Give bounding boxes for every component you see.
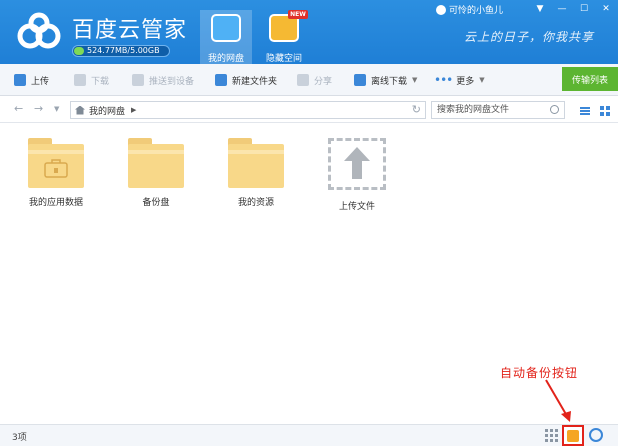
- quota-fill: [74, 47, 84, 55]
- breadcrumb-current[interactable]: 我的网盘: [89, 104, 125, 117]
- window-controls: ▼ — ☐ ✕: [526, 2, 614, 16]
- more-button[interactable]: ••• 更多 ▼: [434, 72, 485, 88]
- grid-view-icon[interactable]: [600, 106, 610, 116]
- minimize-button[interactable]: —: [554, 2, 570, 16]
- menu-dropdown-button[interactable]: ▼: [532, 2, 548, 16]
- back-arrow-icon[interactable]: ←: [14, 102, 23, 115]
- breadcrumb-separator-icon: ▶: [131, 106, 137, 114]
- folder-item[interactable]: 备份盘: [116, 138, 196, 208]
- address-bar: ← → ▼ 我的网盘 ▶ ↻ 搜索我的网盘文件: [0, 96, 618, 123]
- share-icon: [297, 74, 309, 86]
- close-button[interactable]: ✕: [598, 2, 614, 16]
- push-to-device-button[interactable]: 推送到设备: [132, 72, 194, 88]
- home-icon: [75, 105, 85, 115]
- annotation-arrow-icon: [545, 379, 571, 422]
- help-icon[interactable]: [589, 428, 603, 442]
- folder-label: 我的资源: [237, 198, 274, 208]
- upload-arrow-icon: [328, 138, 386, 190]
- transfer-list-button[interactable]: 传输列表: [562, 67, 618, 91]
- search-icon[interactable]: [550, 105, 559, 114]
- breadcrumb[interactable]: 我的网盘 ▶ ↻: [70, 101, 426, 119]
- forward-arrow-icon[interactable]: →: [34, 102, 43, 115]
- folder-label: 备份盘: [142, 198, 170, 208]
- user-account[interactable]: 可怜的小鱼儿: [436, 3, 503, 16]
- chevron-down-icon: ▼: [479, 76, 485, 84]
- maximize-button[interactable]: ☐: [576, 2, 592, 16]
- download-icon: [74, 74, 86, 86]
- history-dropdown-icon[interactable]: ▼: [54, 105, 59, 113]
- folder-item[interactable]: 我的应用数据: [16, 138, 96, 208]
- search-input[interactable]: 搜索我的网盘文件: [431, 101, 565, 119]
- cloud-drive-icon: [211, 14, 241, 42]
- share-button[interactable]: 分享: [297, 72, 332, 88]
- folder-app-icon: [28, 138, 84, 188]
- offline-download-button[interactable]: 离线下载 ▼: [354, 72, 417, 88]
- app-title: 百度云管家: [72, 18, 188, 43]
- folder-item[interactable]: 我的资源: [216, 138, 296, 208]
- upload-button[interactable]: 上传: [14, 72, 49, 88]
- toolbar: 上传 下载 推送到设备 新建文件夹 分享 离线下载 ▼ ••• 更多 ▼: [0, 64, 618, 96]
- folder-icon: [228, 138, 284, 188]
- folder-label: 我的应用数据: [28, 198, 83, 208]
- user-name: 可怜的小鱼儿: [449, 6, 504, 16]
- user-avatar-icon: [436, 5, 446, 15]
- upload-file-item[interactable]: 上传文件: [317, 138, 397, 212]
- item-count: 3项: [12, 433, 27, 443]
- app-grid-icon[interactable]: [545, 429, 558, 442]
- list-view-icon[interactable]: [580, 106, 590, 116]
- slogan: 云上的日子，你我共享: [464, 30, 595, 44]
- download-button[interactable]: 下载: [74, 72, 109, 88]
- storage-quota-bar: 524.77MB/5.00GB: [72, 45, 170, 57]
- chevron-down-icon: ▼: [412, 76, 418, 84]
- upload-file-label: 上传文件: [338, 202, 375, 212]
- new-folder-button[interactable]: 新建文件夹: [215, 72, 277, 88]
- tab-my-drive[interactable]: 我的网盘: [200, 10, 252, 64]
- status-bar: 3项: [0, 424, 618, 446]
- tab-hidden-space[interactable]: NEW 隐藏空间: [258, 10, 310, 64]
- more-dots-icon: •••: [434, 73, 453, 87]
- storage-quota-text: 524.77MB/5.00GB: [87, 46, 160, 55]
- tab-my-drive-label: 我的网盘: [207, 54, 244, 64]
- device-icon: [132, 74, 144, 86]
- tab-hidden-space-label: 隐藏空间: [265, 54, 302, 64]
- title-bar: 百度云管家 524.77MB/5.00GB 我的网盘 NEW 隐藏空间 可怜的小…: [0, 0, 618, 64]
- folder-icon: [128, 138, 184, 188]
- auto-backup-button[interactable]: [562, 425, 584, 446]
- refresh-icon[interactable]: ↻: [412, 103, 421, 116]
- upload-icon: [14, 74, 26, 86]
- new-badge: NEW: [288, 10, 308, 19]
- offline-download-icon: [354, 74, 366, 86]
- new-folder-icon: [215, 74, 227, 86]
- baidu-cloud-logo-icon: [17, 12, 61, 49]
- backup-icon: [567, 430, 579, 442]
